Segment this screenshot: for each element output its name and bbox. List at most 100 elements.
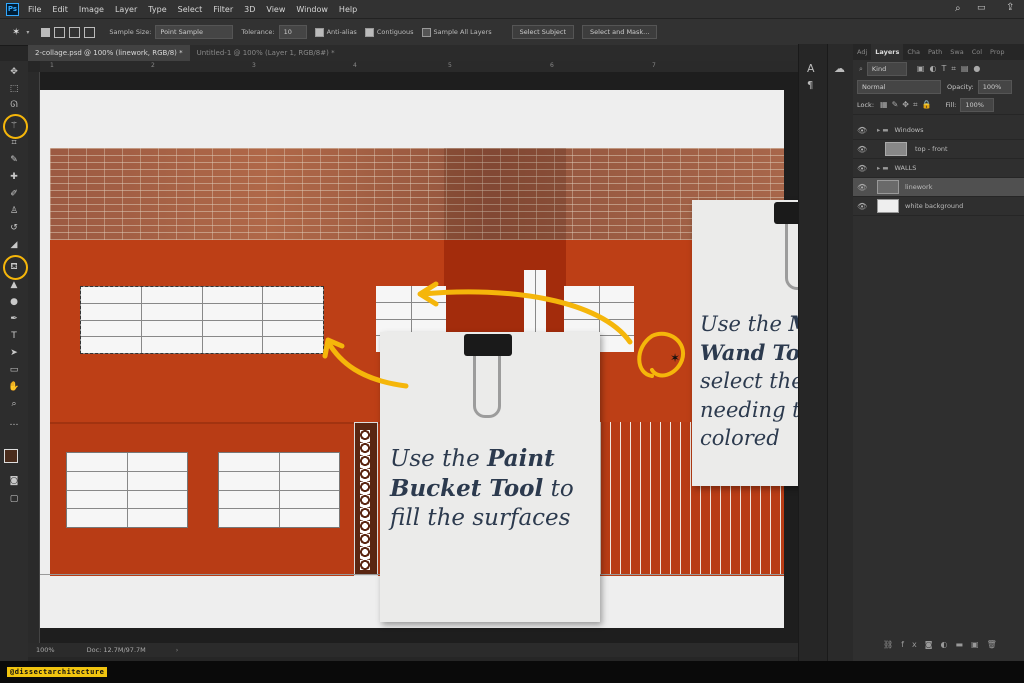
layer-row[interactable]: 👁 ▸ ▬ Windows bbox=[853, 121, 1024, 140]
layer-thumbnail bbox=[877, 180, 899, 194]
rectangle-tool-icon[interactable]: ▭ bbox=[8, 364, 20, 376]
tolerance-label: Tolerance: bbox=[241, 28, 275, 36]
layers-panel: Adj Layers Cha Path Swa Col Prop ⌕ Kind … bbox=[853, 44, 1024, 661]
subtract-selection-icon[interactable] bbox=[69, 26, 81, 38]
chevron-down-icon[interactable]: ▾ bbox=[26, 29, 29, 36]
tolerance-input[interactable]: 10 bbox=[278, 25, 307, 39]
select-and-mask-button[interactable]: Select and Mask... bbox=[582, 25, 658, 39]
select-subject-button[interactable]: Select Subject bbox=[511, 25, 575, 39]
fill-input[interactable]: 100% bbox=[960, 98, 995, 112]
tab-channels[interactable]: Cha bbox=[903, 44, 924, 60]
sample-all-layers-checkbox[interactable] bbox=[421, 27, 431, 37]
history-brush-icon[interactable]: ↺ bbox=[8, 222, 20, 234]
crop-tool-icon[interactable]: ⌗ bbox=[8, 137, 20, 149]
visibility-eye-icon[interactable]: 👁 bbox=[857, 126, 869, 135]
visibility-eye-icon[interactable]: 👁 bbox=[857, 145, 869, 154]
menu-type[interactable]: Type bbox=[148, 5, 166, 14]
menu-layer[interactable]: Layer bbox=[115, 5, 137, 14]
move-tool-icon[interactable]: ✥ bbox=[8, 66, 20, 78]
layer-thumbnail bbox=[877, 199, 899, 213]
note-bold: Magic bbox=[789, 311, 798, 336]
add-selection-icon[interactable] bbox=[54, 26, 66, 38]
zoom-tool-icon[interactable]: ⌕ bbox=[8, 398, 20, 410]
brush-tool-icon[interactable]: ✐ bbox=[8, 188, 20, 200]
blend-mode-select[interactable]: Normal bbox=[857, 80, 941, 94]
menu-view[interactable]: View bbox=[266, 5, 285, 14]
contiguous-option[interactable]: Contiguous bbox=[364, 27, 414, 37]
quick-mask-icon[interactable]: ◙ bbox=[8, 475, 20, 487]
layer-row[interactable]: 👁 ▸ ▬ WALLS bbox=[853, 159, 1024, 178]
menu-help[interactable]: Help bbox=[339, 5, 357, 14]
menu-window[interactable]: Window bbox=[296, 5, 328, 14]
magic-wand-preset-icon[interactable]: ✶ bbox=[12, 27, 20, 38]
tab-properties[interactable]: Prop bbox=[986, 44, 1008, 60]
lock-icons[interactable]: ▦✎✥⌗🔒 bbox=[880, 100, 935, 110]
type-tool-icon[interactable]: T bbox=[8, 330, 20, 342]
anti-alias-checkbox[interactable] bbox=[314, 27, 324, 37]
contiguous-checkbox[interactable] bbox=[364, 27, 374, 37]
anti-alias-option[interactable]: Anti-alias bbox=[314, 27, 357, 37]
stamp-tool-icon[interactable]: ♙ bbox=[8, 205, 20, 217]
tab-swatches[interactable]: Swa bbox=[946, 44, 967, 60]
foreground-color-swatch[interactable] bbox=[4, 449, 18, 463]
menu-filter[interactable]: Filter bbox=[213, 5, 233, 14]
menu-image[interactable]: Image bbox=[79, 5, 104, 14]
character-panel-icon[interactable]: A bbox=[807, 62, 815, 75]
status-bar: 100% Doc: 12.7M/97.7M › bbox=[28, 643, 798, 657]
ruler-mark: 4 bbox=[353, 62, 357, 69]
screen-mode-icon[interactable]: ▢ bbox=[8, 493, 20, 505]
tab-color[interactable]: Col bbox=[968, 44, 986, 60]
zoom-level[interactable]: 100% bbox=[36, 646, 55, 654]
workspace-icon[interactable]: ▭ bbox=[977, 3, 986, 13]
menu-3d[interactable]: 3D bbox=[244, 5, 255, 14]
new-selection-icon[interactable] bbox=[41, 27, 51, 37]
note-bold: Wand Tool bbox=[700, 339, 798, 365]
lasso-tool-icon[interactable]: ᘏ bbox=[8, 99, 20, 111]
libraries-icon[interactable]: ☁ bbox=[834, 62, 845, 75]
magic-wand-tool-icon[interactable]: ⚚ bbox=[8, 120, 20, 132]
layer-row[interactable]: 👁 white background bbox=[853, 197, 1024, 216]
menu-file[interactable]: File bbox=[28, 5, 41, 14]
eraser-tool-icon[interactable]: ◢ bbox=[8, 239, 20, 251]
sample-all-layers-option[interactable]: Sample All Layers bbox=[421, 27, 492, 37]
paint-bucket-tool-icon[interactable]: ⛾ bbox=[8, 261, 20, 273]
status-arrow-icon[interactable]: › bbox=[176, 646, 179, 654]
healing-tool-icon[interactable]: ✚ bbox=[8, 171, 20, 183]
visibility-eye-icon[interactable]: 👁 bbox=[857, 164, 869, 173]
tab-adjustments[interactable]: Adj bbox=[853, 44, 871, 60]
pen-tool-icon[interactable]: ✒ bbox=[8, 313, 20, 325]
watermark: @dissectarchitecture bbox=[7, 667, 108, 677]
filter-icons[interactable]: ▣◐T⌗▤● bbox=[917, 64, 985, 74]
sample-size-label: Sample Size: bbox=[109, 28, 152, 36]
layer-footer-icons[interactable]: ⛓fx◙◐▬▣🗑 bbox=[883, 640, 1005, 649]
search-icon: ⌕ bbox=[859, 64, 863, 73]
sample-size-select[interactable]: Point Sample bbox=[155, 25, 234, 39]
tab-paths[interactable]: Path bbox=[924, 44, 946, 60]
dodge-tool-icon[interactable]: ● bbox=[8, 296, 20, 308]
tab-2-collage[interactable]: 2-collage.psd @ 100% (linework, RGB/8) * bbox=[28, 45, 190, 61]
blur-tool-icon[interactable]: ▲ bbox=[8, 279, 20, 291]
binder-clip-icon bbox=[774, 202, 798, 224]
kind-select[interactable]: Kind bbox=[866, 62, 907, 76]
menu-select[interactable]: Select bbox=[178, 5, 203, 14]
share-icon[interactable]: ⇪ bbox=[1006, 2, 1014, 13]
opacity-input[interactable]: 100% bbox=[977, 80, 1012, 94]
document-canvas[interactable]: Use the Paint Bucket Tool to fill the su… bbox=[40, 90, 798, 628]
more-tools-icon[interactable]: … bbox=[8, 417, 20, 429]
paragraph-panel-icon[interactable]: ¶ bbox=[807, 80, 813, 91]
visibility-eye-icon[interactable]: 👁 bbox=[857, 183, 869, 192]
marquee-tool-icon[interactable]: ⬚ bbox=[8, 83, 20, 95]
canvas-area[interactable]: Use the Paint Bucket Tool to fill the su… bbox=[40, 72, 798, 652]
search-icon[interactable]: ⌕ bbox=[955, 3, 961, 14]
intersect-selection-icon[interactable] bbox=[84, 26, 96, 38]
path-selection-icon[interactable]: ➤ bbox=[8, 347, 20, 359]
tab-layers[interactable]: Layers bbox=[871, 44, 904, 60]
eyedropper-tool-icon[interactable]: ✎ bbox=[8, 154, 20, 166]
layer-row-selected[interactable]: 👁 linework bbox=[853, 178, 1024, 197]
menu-edit[interactable]: Edit bbox=[52, 5, 68, 14]
visibility-eye-icon[interactable]: 👁 bbox=[857, 202, 869, 211]
tab-untitled-1[interactable]: Untitled-1 @ 100% (Layer 1, RGB/8#) * bbox=[190, 45, 342, 61]
hand-tool-icon[interactable]: ✋ bbox=[8, 381, 20, 393]
layer-row[interactable]: 👁 top - front bbox=[853, 140, 1024, 159]
panel-icon-strip: A ¶ bbox=[798, 44, 827, 661]
